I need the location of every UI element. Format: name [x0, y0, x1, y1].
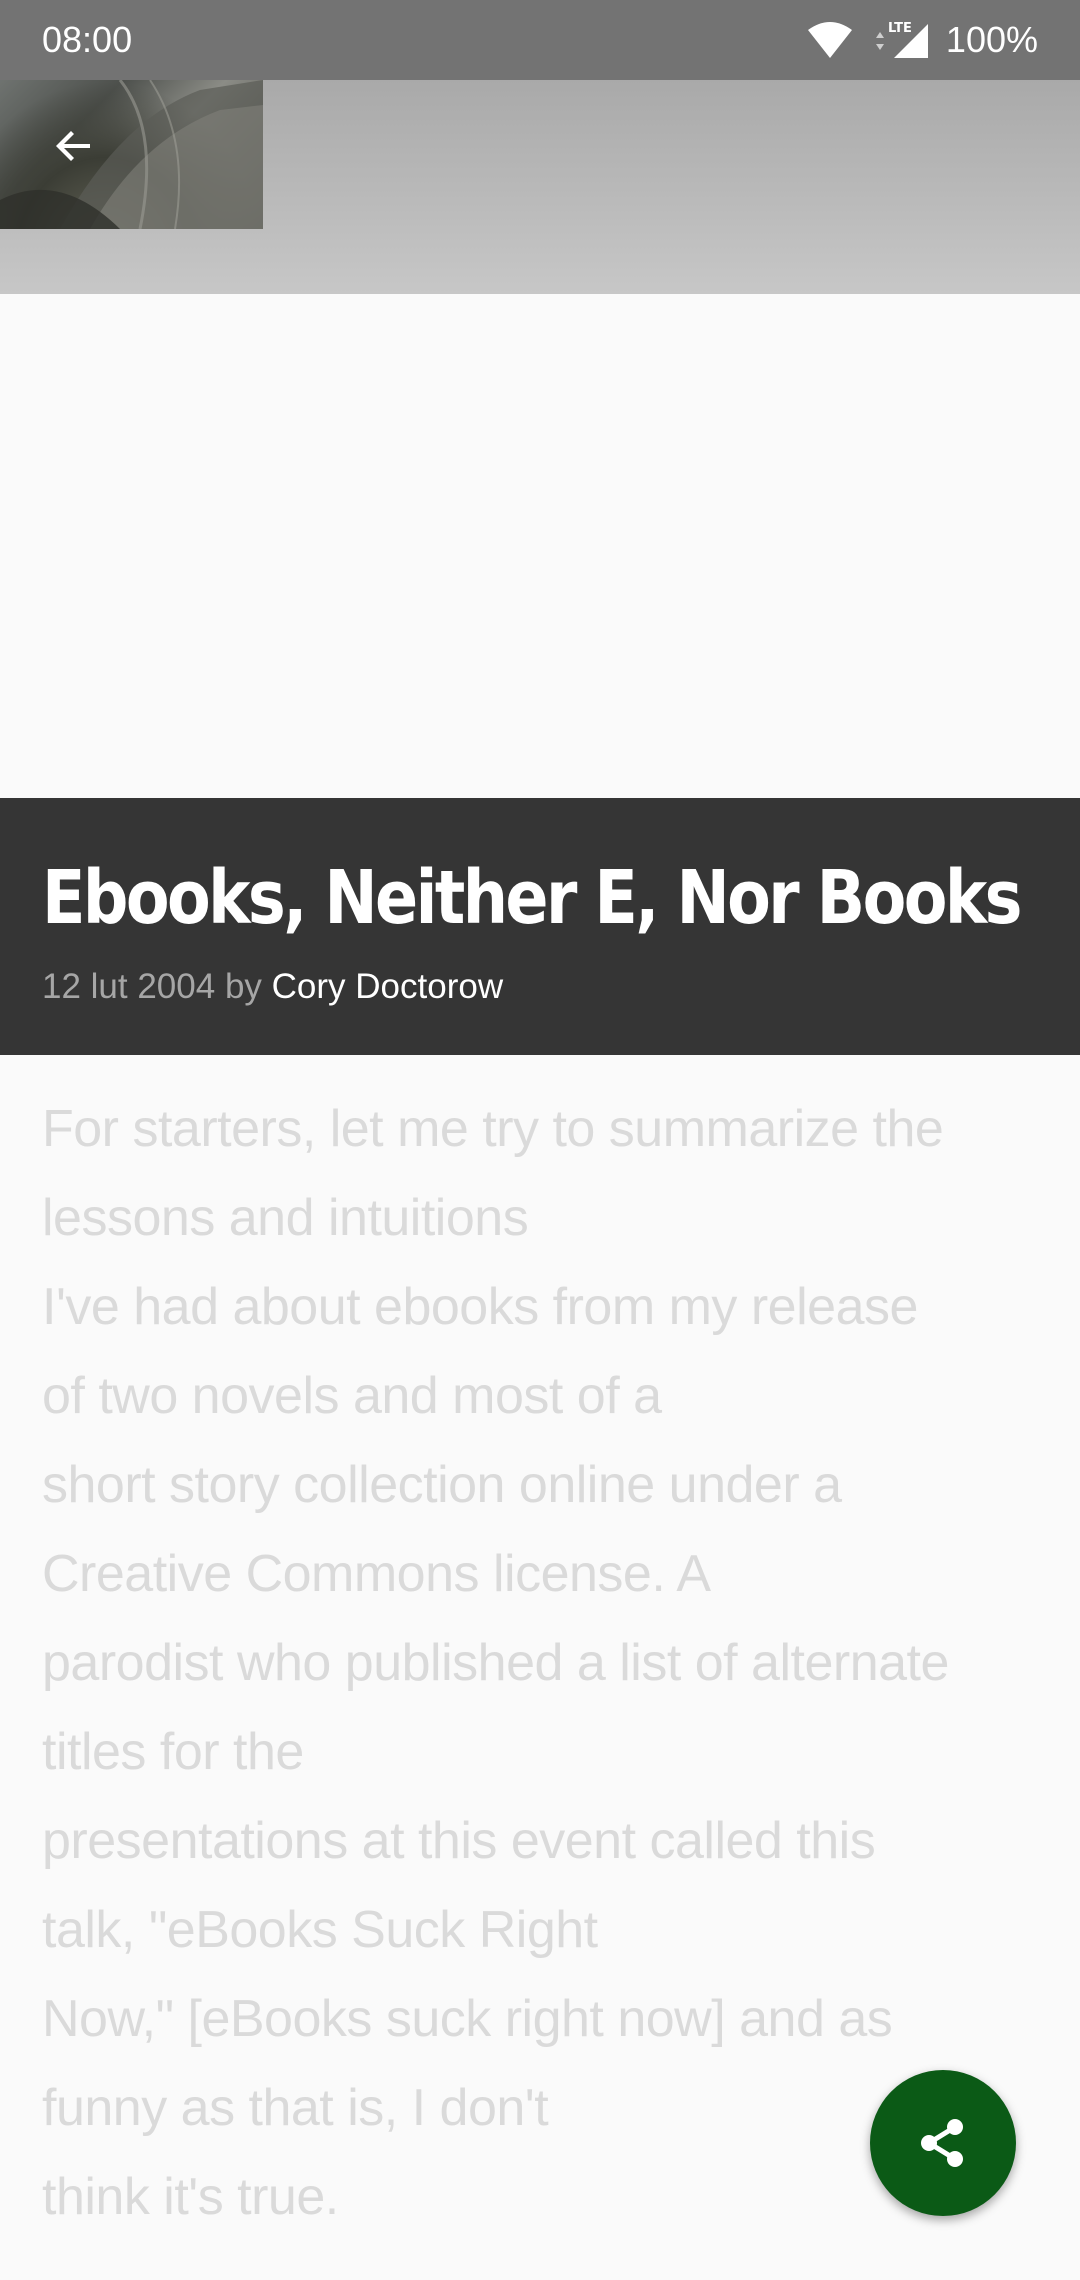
by-label: by	[224, 967, 262, 1006]
body-line: short story collection online under a	[42, 1456, 842, 1514]
status-icons: LTE 100%	[806, 18, 1038, 62]
article-screen: 08:00 LTE 100% Ebooks, Neither E, Nor Bo…	[0, 0, 1080, 2280]
lte-signal-icon: LTE	[868, 18, 932, 62]
battery-level: 100%	[945, 19, 1038, 60]
share-icon	[921, 2119, 963, 2167]
wifi-icon	[806, 20, 854, 60]
lte-label: LTE	[888, 21, 912, 36]
body-line: titles for the	[42, 1723, 304, 1781]
arrow-back-icon	[56, 131, 90, 161]
share-button[interactable]	[870, 2070, 1016, 2216]
article-meta: 12 lut 2004 by Cory Doctorow	[42, 962, 503, 1012]
body-line: For starters, let me try to summarize th…	[42, 1100, 944, 1158]
article-body: For starters, let me try to summarize th…	[42, 1085, 1052, 2242]
back-button[interactable]	[38, 110, 110, 182]
body-line: lessons and intuitions	[42, 1189, 529, 1247]
body-line: talk, "eBooks Suck Right	[42, 1901, 598, 1959]
article-date: 12 lut 2004	[42, 967, 216, 1006]
body-line: presentations at this event called this	[42, 1812, 876, 1870]
title-panel: Ebooks, Neither E, Nor Books 12 lut 2004…	[0, 798, 1080, 1055]
body-line: Now," [eBooks suck right now] and as	[42, 1990, 893, 2048]
body-line: parodist who published a list of alterna…	[42, 1634, 949, 1692]
body-line: Creative Commons license. A	[42, 1545, 711, 1603]
article-header	[0, 80, 1080, 294]
article-title: Ebooks, Neither E, Nor Books	[42, 855, 1022, 941]
status-bar: 08:00 LTE 100%	[0, 0, 1080, 80]
content-spacer	[0, 294, 1080, 798]
author-link[interactable]: Cory Doctorow	[272, 967, 503, 1006]
body-line: I've had about ebooks from my release	[42, 1278, 918, 1336]
body-line: of two novels and most of a	[42, 1367, 662, 1425]
status-time: 08:00	[42, 19, 133, 60]
